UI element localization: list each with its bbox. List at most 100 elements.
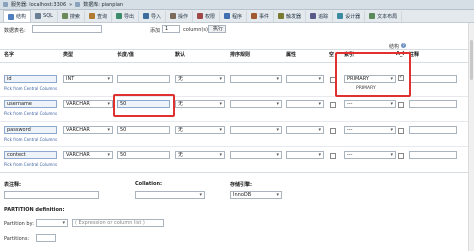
- column-length-input[interactable]: 50: [117, 126, 170, 134]
- column-attributes-select[interactable]: [286, 151, 324, 159]
- help-icon[interactable]: ?: [401, 43, 406, 48]
- column-null-checkbox[interactable]: [330, 102, 336, 108]
- pick-central-columns-link[interactable]: Pick from Central Columns: [4, 86, 57, 91]
- pick-central-columns-link[interactable]: Pick from Central Columns: [4, 162, 57, 167]
- tab-label: 操作: [177, 13, 188, 20]
- columns-label: column(s): [183, 27, 208, 33]
- column-length-input[interactable]: [117, 75, 170, 83]
- column-default-select[interactable]: 无: [175, 75, 225, 83]
- column-ai-checkbox[interactable]: [398, 128, 404, 134]
- column-collation-select[interactable]: [230, 75, 282, 83]
- column-type-select[interactable]: INT: [63, 75, 113, 83]
- tab-sql[interactable]: SQL: [31, 10, 58, 22]
- length-highlight-box: [113, 94, 175, 117]
- breadcrumb-separator-icon: »: [69, 1, 73, 8]
- column-null-checkbox[interactable]: [330, 153, 336, 159]
- table-name-input[interactable]: [32, 25, 102, 33]
- tab-tracking[interactable]: 追踪: [306, 10, 334, 22]
- column-header-type: 类型: [63, 52, 74, 58]
- breadcrumb-database[interactable]: 数据库: pianpian: [83, 1, 123, 8]
- partition-by-select[interactable]: [36, 219, 68, 227]
- tab-label: 权限: [205, 13, 216, 20]
- breadcrumb-server[interactable]: 服务器: localhost:3306: [11, 1, 66, 8]
- tab-label: 结构: [16, 14, 27, 20]
- designer-icon: [337, 13, 344, 19]
- tracking-icon: [310, 13, 317, 19]
- routines-icon: [224, 13, 231, 19]
- row-divider: [0, 121, 474, 122]
- column-comment-input[interactable]: [409, 75, 457, 83]
- table-comment-input[interactable]: [4, 191, 99, 199]
- column-collation-select[interactable]: [230, 126, 282, 134]
- partitions-label: Partitions:: [4, 236, 30, 242]
- structure-icon: [8, 13, 14, 20]
- column-type-select[interactable]: VARCHAR: [63, 126, 113, 134]
- partition-expression-input[interactable]: ( Expression or column list ): [72, 219, 164, 227]
- tab-label: 追踪: [318, 13, 329, 20]
- tab-routines[interactable]: 程序: [220, 10, 248, 22]
- column-header-default: 默认: [175, 52, 186, 58]
- column-default-select[interactable]: 无: [175, 151, 225, 159]
- column-ai-checkbox[interactable]: [398, 153, 404, 159]
- tab-privileges[interactable]: 权限: [193, 10, 221, 22]
- tab-operations[interactable]: 操作: [166, 10, 193, 22]
- storage-engine-select[interactable]: InnoDB: [230, 191, 282, 199]
- tab-label: 导入: [150, 13, 161, 20]
- pick-central-columns-link[interactable]: Pick from Central Columns: [4, 137, 57, 142]
- column-collation-select[interactable]: [230, 151, 282, 159]
- tab-label: SQL: [43, 13, 53, 19]
- column-attributes-select[interactable]: [286, 126, 324, 134]
- pick-central-columns-link[interactable]: Pick from Central Columns: [4, 111, 57, 116]
- column-type-select[interactable]: VARCHAR: [63, 151, 113, 159]
- column-index-select[interactable]: ---: [344, 151, 396, 159]
- add-columns-input[interactable]: 1: [162, 25, 180, 33]
- column-type-select[interactable]: VARCHAR: [63, 100, 113, 108]
- tab-designer[interactable]: 设计器: [333, 10, 366, 22]
- tab-label: 导出: [123, 13, 134, 20]
- column-header-collation: 排序规则: [230, 52, 251, 58]
- partitions-count-input[interactable]: [36, 234, 56, 242]
- column-name-input[interactable]: contect: [4, 151, 57, 159]
- table-name-label: 数据表名:: [4, 28, 26, 34]
- column-attributes-select[interactable]: [286, 100, 324, 108]
- tab-search[interactable]: 搜索: [58, 10, 85, 22]
- tab-triggers[interactable]: 触发器: [274, 10, 307, 22]
- column-index-select[interactable]: ---: [344, 126, 396, 134]
- column-default-select[interactable]: 无: [175, 126, 225, 134]
- server-icon: [3, 2, 8, 7]
- sql-icon: [35, 13, 42, 19]
- tab-export[interactable]: 导出: [112, 10, 139, 22]
- tab-label: 查询: [96, 13, 107, 20]
- tab-text-layout[interactable]: 文本布局: [365, 10, 403, 22]
- collation-label: Collation:: [135, 181, 163, 187]
- column-index-select[interactable]: ---: [344, 100, 396, 108]
- column-length-input[interactable]: 50: [117, 151, 170, 159]
- column-name-input[interactable]: username: [4, 100, 57, 108]
- column-null-checkbox[interactable]: [330, 128, 336, 134]
- table-collation-select[interactable]: [135, 191, 205, 199]
- column-comment-input[interactable]: [409, 100, 457, 108]
- tab-structure[interactable]: 结构: [3, 10, 32, 22]
- column-attributes-select[interactable]: [286, 75, 324, 83]
- export-icon: [115, 13, 122, 19]
- add-label: 添加: [150, 28, 161, 34]
- column-header-length: 长度/值: [117, 52, 134, 58]
- go-button[interactable]: 执行: [208, 25, 226, 33]
- column-comment-input[interactable]: [409, 126, 457, 134]
- column-collation-select[interactable]: [230, 100, 282, 108]
- tab-events[interactable]: 事件: [247, 10, 275, 22]
- wrench-icon: [169, 13, 176, 19]
- column-header-attributes: 属性: [286, 52, 297, 58]
- column-ai-checkbox[interactable]: [398, 102, 404, 108]
- partition-definition-title: PARTITION definition:: [4, 207, 65, 213]
- privileges-icon: [197, 13, 203, 19]
- rows-end-divider: [0, 172, 474, 173]
- column-name-input[interactable]: id: [4, 75, 57, 83]
- tab-import[interactable]: 导入: [139, 10, 166, 22]
- scrollbar-thumb[interactable]: [470, 40, 473, 80]
- column-name-input[interactable]: password: [4, 126, 57, 134]
- text-layout-icon: [369, 13, 376, 19]
- column-comment-input[interactable]: [409, 151, 457, 159]
- tab-query[interactable]: 查询: [85, 10, 112, 22]
- column-default-select[interactable]: 无: [175, 100, 225, 108]
